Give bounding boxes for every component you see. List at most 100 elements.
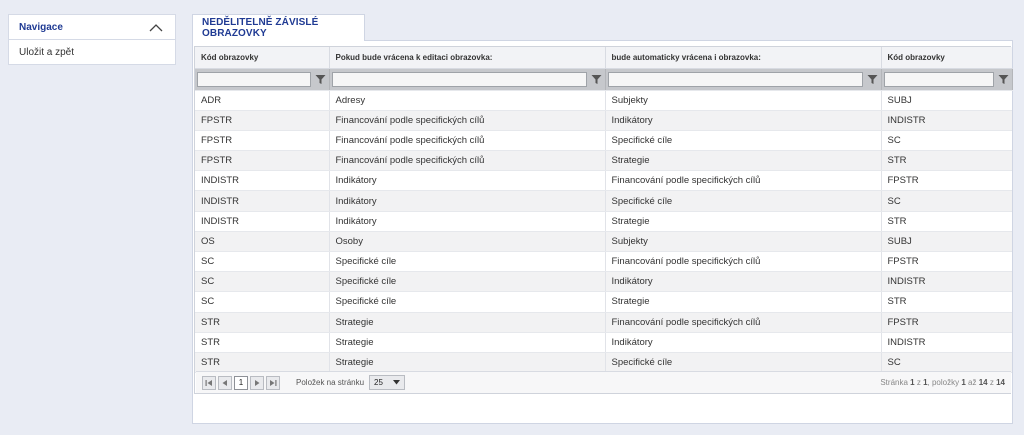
filter-row xyxy=(195,68,1013,91)
table-row[interactable]: INDISTR Indikátory Specifické cíle SC xyxy=(195,190,1012,212)
cell-code: INDISTR xyxy=(195,190,330,212)
cell-code-2: SC xyxy=(881,190,1012,212)
cell-code-2: STR xyxy=(881,211,1012,232)
pager-info-total-word: z xyxy=(989,378,994,387)
table-row[interactable]: STR Strategie Specifické cíle SC xyxy=(195,352,1012,374)
cell-auto-returned-screen: Strategie xyxy=(605,150,882,172)
cell-returned-screen: Strategie xyxy=(329,352,606,374)
cell-code: STR xyxy=(195,352,330,374)
cell-code: OS xyxy=(195,231,330,253)
cell-auto-returned-screen: Indikátory xyxy=(605,332,882,353)
main-content: NEDĚLITELNĚ ZÁVISLÉ OBRAZOVKY Kód obrazo… xyxy=(192,14,1013,424)
filter-funnel-icon[interactable] xyxy=(590,72,603,87)
chevron-up-icon[interactable] xyxy=(147,20,165,34)
cell-code-2: INDISTR xyxy=(881,110,1012,131)
cell-code-2: SC xyxy=(881,352,1012,374)
pager-info-to: 14 xyxy=(978,378,988,387)
cell-code: STR xyxy=(195,332,330,353)
cell-returned-screen: Specifické cíle xyxy=(329,251,606,273)
header-row: Kód obrazovky Pokud bude vrácena k edita… xyxy=(195,47,1012,69)
cell-code: SC xyxy=(195,251,330,273)
column-header-returned-screen[interactable]: Pokud bude vrácena k editaci obrazovka: xyxy=(329,47,606,69)
cell-auto-returned-screen: Specifické cíle xyxy=(605,130,882,152)
last-page-icon[interactable] xyxy=(266,375,280,390)
first-page-icon[interactable] xyxy=(202,375,216,390)
prev-page-icon[interactable] xyxy=(218,375,232,390)
page-size-label: Položek na stránku xyxy=(296,378,365,387)
pager-info-items: , položky xyxy=(927,378,960,387)
tab-panel: Kód obrazovky Pokud bude vrácena k edita… xyxy=(192,40,1013,424)
cell-code: SC xyxy=(195,271,330,293)
table-row[interactable]: SC Specifické cíle Financování podle speci… xyxy=(195,251,1012,273)
table-row[interactable]: OS Osoby Subjekty SUBJ xyxy=(195,231,1012,253)
cell-code-2: FPSTR xyxy=(881,312,1012,333)
table-row[interactable]: ADR Adresy Subjekty SUBJ xyxy=(195,90,1012,111)
cell-code-2: FPSTR xyxy=(881,170,1012,192)
table-row[interactable]: SC Specifické cíle Strategie STR xyxy=(195,291,1012,313)
cell-returned-screen: Indikátory xyxy=(329,190,606,212)
cell-auto-returned-screen: Specifické cíle xyxy=(605,190,882,212)
cell-code: FPSTR xyxy=(195,150,330,172)
tab-dependent-screens[interactable]: NEDĚLITELNĚ ZÁVISLÉ OBRAZOVKY xyxy=(192,14,365,41)
filter-funnel-icon[interactable] xyxy=(314,72,327,87)
pager-info-prefix: Stránka xyxy=(880,378,908,387)
cell-returned-screen: Indikátory xyxy=(329,211,606,232)
filter-input-auto-returned-screen[interactable] xyxy=(607,71,863,87)
cell-returned-screen: Indikátory xyxy=(329,170,606,192)
cell-auto-returned-screen: Strategie xyxy=(605,291,882,313)
pager-info-total: 14 xyxy=(996,378,1005,387)
table-row[interactable]: STR Strategie Financování podle specifický… xyxy=(195,312,1012,333)
pager-info-to-word: až xyxy=(968,378,977,387)
table-row[interactable]: FPSTR Financování podle specifických cílů… xyxy=(195,130,1012,152)
table-row[interactable]: FPSTR Financování podle specifických cílů… xyxy=(195,150,1012,172)
cell-code: STR xyxy=(195,312,330,333)
table-row[interactable]: SC Specifické cíle Indikátory INDISTR xyxy=(195,271,1012,293)
dependent-screens-grid: Kód obrazovky Pokud bude vrácena k edita… xyxy=(194,46,1013,394)
cell-code-2: INDISTR xyxy=(881,332,1012,353)
navigation-title: Navigace xyxy=(19,21,63,33)
filter-funnel-icon[interactable] xyxy=(997,72,1010,87)
filter-cell xyxy=(329,68,606,91)
page-size-select[interactable]: 25 xyxy=(369,375,406,390)
pager-info-of: z xyxy=(916,378,921,387)
nav-item-save-and-back[interactable]: Uložit a zpět xyxy=(9,40,175,64)
table-row[interactable]: INDISTR Indikátory Financování podle speci… xyxy=(195,170,1012,192)
cell-code: SC xyxy=(195,291,330,313)
cell-auto-returned-screen: Subjekty xyxy=(605,90,882,111)
cell-code-2: STR xyxy=(881,150,1012,172)
filter-funnel-icon[interactable] xyxy=(866,72,879,87)
cell-returned-screen: Specifické cíle xyxy=(329,271,606,293)
page-size-value: 25 xyxy=(374,378,383,387)
cell-code: FPSTR xyxy=(195,130,330,152)
cell-returned-screen: Financování podle specifických cílů xyxy=(329,110,606,131)
cell-returned-screen: Financování podle specifických cílů xyxy=(329,150,606,172)
cell-code-2: STR xyxy=(881,291,1012,313)
filter-cell xyxy=(605,68,882,91)
table-row[interactable]: FPSTR Financování podle specifických cílů… xyxy=(195,110,1012,131)
pager: 1 Položek na stránku 25 Stránka 1 z 1, p… xyxy=(196,371,1011,393)
grid-table: Kód obrazovky Pokud bude vrácena k edita… xyxy=(195,47,1013,374)
column-header-code-2[interactable]: Kód obrazovky xyxy=(881,47,1012,69)
column-header-code[interactable]: Kód obrazovky xyxy=(195,47,330,69)
cell-auto-returned-screen: Indikátory xyxy=(605,271,882,293)
cell-auto-returned-screen: Financování podle specifických cílů xyxy=(605,312,882,333)
dropdown-caret-icon xyxy=(393,380,401,385)
table-row[interactable]: INDISTR Indikátory Strategie STR xyxy=(195,211,1012,232)
pager-info: Stránka 1 z 1, položky 1 až 14 z 14 xyxy=(880,378,1005,387)
cell-returned-screen: Strategie xyxy=(329,312,606,333)
filter-input-returned-screen[interactable] xyxy=(331,71,587,87)
cell-code-2: SC xyxy=(881,130,1012,152)
cell-auto-returned-screen: Financování podle specifických cílů xyxy=(605,170,882,192)
filter-cell xyxy=(881,68,1013,91)
filter-input-code[interactable] xyxy=(197,71,311,87)
next-page-icon[interactable] xyxy=(250,375,264,390)
filter-cell xyxy=(195,68,330,91)
column-header-auto-returned-screen[interactable]: bude automaticky vrácena i obrazovka: xyxy=(605,47,882,69)
cell-returned-screen: Adresy xyxy=(329,90,606,111)
cell-returned-screen: Osoby xyxy=(329,231,606,253)
table-row[interactable]: STR Strategie Indikátory INDISTR xyxy=(195,332,1012,353)
filter-input-code-2[interactable] xyxy=(883,71,994,87)
pager-info-page: 1 xyxy=(910,378,915,387)
current-page-number[interactable]: 1 xyxy=(234,375,248,390)
cell-returned-screen: Specifické cíle xyxy=(329,291,606,313)
